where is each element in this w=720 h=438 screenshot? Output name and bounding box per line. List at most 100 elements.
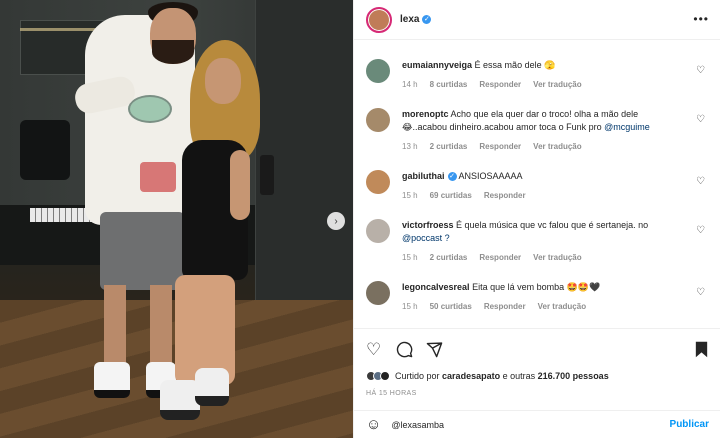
comment-icon-svg (396, 341, 413, 358)
chevron-right-icon: › (334, 215, 338, 227)
post-timestamp[interactable]: HÁ 15 HORAS (366, 390, 417, 397)
see-translation-button[interactable]: Ver tradução (538, 300, 586, 313)
like-comment-heart-icon[interactable]: ♡ (696, 287, 705, 298)
comment-item: victorfroess É quela música que vc falou… (366, 219, 711, 264)
reply-button[interactable]: Responder (484, 300, 526, 313)
photo-woman-arm (230, 150, 250, 220)
comment-time[interactable]: 13 h (402, 140, 418, 153)
like-comment-heart-icon[interactable]: ♡ (696, 65, 705, 76)
see-translation-button[interactable]: Ver tradução (533, 78, 581, 91)
comment-username[interactable]: legoncalvesreal (402, 282, 470, 292)
comment-likes-count[interactable]: 69 curtidas (430, 189, 472, 202)
comment-time[interactable]: 15 h (402, 300, 418, 313)
comment-text: É quela música que vc falou que é sertan… (456, 220, 649, 230)
like-comment-heart-icon[interactable]: ♡ (696, 225, 705, 236)
photo-door (255, 0, 353, 300)
reply-button[interactable]: Responder (479, 78, 521, 91)
comment-item: eumaiannyveiga É essa mão dele 🫣 14 h 8 … (366, 59, 711, 91)
next-photo-button[interactable]: › (327, 212, 345, 230)
comment-likes-count[interactable]: 2 curtidas (430, 140, 468, 153)
author-username[interactable]: lexa ✓ (400, 14, 432, 25)
like-post-heart-icon[interactable]: ♡ (366, 341, 381, 358)
save-bookmark-icon[interactable] (694, 341, 709, 361)
comment-time[interactable]: 15 h (402, 251, 418, 264)
comment-item: gabiluthai ✓ ANSIOSAAAAA 15 h 69 curtidas… (366, 170, 711, 202)
comment-likes-count[interactable]: 2 curtidas (430, 251, 468, 264)
liked-by-user-link[interactable]: caradesapato (442, 371, 500, 381)
comment-input[interactable] (391, 419, 662, 430)
reply-button[interactable]: Responder (484, 189, 526, 202)
verified-badge-icon: ✓ (447, 172, 457, 182)
photo-man-shorts (100, 212, 185, 290)
comment-meta: 13 h 2 curtidas Responder Ver tradução (402, 140, 672, 153)
comment-likes-count[interactable]: 50 curtidas (430, 300, 472, 313)
see-translation-button[interactable]: Ver tradução (533, 140, 581, 153)
photo-equipment (20, 120, 70, 180)
comment-text: É essa mão dele 🫣 (474, 60, 556, 70)
commenter-avatar[interactable] (366, 281, 390, 305)
see-translation-button[interactable]: Ver tradução (533, 251, 581, 264)
comment-item: morenoptc Acho que ela quer dar o troco!… (366, 108, 711, 153)
commenter-avatar[interactable] (366, 108, 390, 132)
comment-meta: 14 h 8 curtidas Responder Ver tradução (402, 78, 672, 91)
comment-item: legoncalvesreal Eita que lá vem bomba 🤩🤩… (366, 281, 711, 313)
commenter-avatar[interactable] (366, 170, 390, 194)
publish-button[interactable]: Publicar (670, 419, 709, 430)
comment-body: legoncalvesreal Eita que lá vem bomba 🤩🤩… (402, 281, 672, 313)
commenter-avatar[interactable] (366, 59, 390, 83)
comment-body: morenoptc Acho que ela quer dar o troco!… (402, 108, 672, 153)
author-avatar[interactable] (366, 6, 392, 33)
comment-body: gabiluthai ✓ ANSIOSAAAAA 15 h 69 curtidas… (402, 170, 672, 202)
more-options-icon[interactable]: ••• (693, 12, 709, 26)
liked-by-summary: Curtido por caradesapato e outras 216.70… (366, 371, 609, 381)
comment-likes-count[interactable]: 8 curtidas (430, 78, 468, 91)
comment-mention-link[interactable]: @mcguime (604, 122, 650, 132)
comment-username[interactable]: morenoptc (402, 109, 449, 119)
reply-button[interactable]: Responder (479, 251, 521, 264)
comment-mention-link[interactable]: @poccast ? (402, 233, 450, 243)
bookmark-icon-svg (695, 341, 708, 358)
comment-body: victorfroess É quela música que vc falou… (402, 219, 672, 264)
share-icon-svg (426, 342, 443, 358)
photo-man-beard (152, 40, 194, 64)
liked-by-text: Curtido por caradesapato e outras 216.70… (395, 371, 609, 381)
photo-tumbler (260, 155, 274, 195)
photo-hoodie-pocket-print (140, 162, 176, 192)
share-icon[interactable] (426, 341, 443, 361)
likes-count-link[interactable]: 216.700 pessoas (538, 371, 609, 381)
photo-hoodie-print (128, 95, 172, 123)
comment-text: Eita que lá vem bomba 🤩🤩🖤 (472, 282, 601, 292)
comment-body: eumaiannyveiga É essa mão dele 🫣 14 h 8 … (402, 59, 672, 91)
author-username-text: lexa (400, 14, 420, 25)
comment-time[interactable]: 14 h (402, 78, 418, 91)
reply-button[interactable]: Responder (479, 140, 521, 153)
like-comment-heart-icon[interactable]: ♡ (696, 114, 705, 125)
comment-text: ANSIOSAAAAA (458, 171, 523, 181)
commenter-avatar[interactable] (366, 219, 390, 243)
liked-by-suffix: e outras (502, 371, 536, 381)
post-header: lexa ✓ ••• (354, 0, 720, 40)
comment-meta: 15 h 69 curtidas Responder (402, 189, 672, 202)
post-actions-bar: ♡ (354, 328, 720, 370)
comments-list[interactable]: eumaiannyveiga É essa mão dele 🫣 14 h 8 … (354, 41, 720, 328)
liker-avatar (380, 371, 390, 381)
like-comment-heart-icon[interactable]: ♡ (696, 176, 705, 187)
comment-username[interactable]: eumaiannyveiga (402, 60, 472, 70)
emoji-icon[interactable]: ☺ (366, 416, 381, 433)
comment-time[interactable]: 15 h (402, 189, 418, 202)
verified-badge-icon: ✓ (422, 14, 432, 24)
post-side-panel: lexa ✓ ••• eumaiannyveiga É essa mão dele… (353, 0, 720, 438)
post-photo[interactable]: › (0, 0, 353, 438)
comment-icon[interactable] (396, 341, 413, 361)
photo-man-leg (104, 285, 126, 365)
photo-woman-shoe (160, 380, 200, 420)
comment-composer: ☺ Publicar (354, 410, 720, 438)
comment-username[interactable]: victorfroess (402, 220, 454, 230)
comment-username[interactable]: gabiluthai (402, 171, 445, 181)
photo-woman-face (205, 58, 241, 104)
photo-woman-shoe (195, 368, 229, 406)
comment-meta: 15 h 50 curtidas Responder Ver tradução (402, 300, 672, 313)
photo-man-leg (150, 285, 172, 365)
comment-meta: 15 h 2 curtidas Responder Ver tradução (402, 251, 672, 264)
liked-by-prefix: Curtido por (395, 371, 440, 381)
